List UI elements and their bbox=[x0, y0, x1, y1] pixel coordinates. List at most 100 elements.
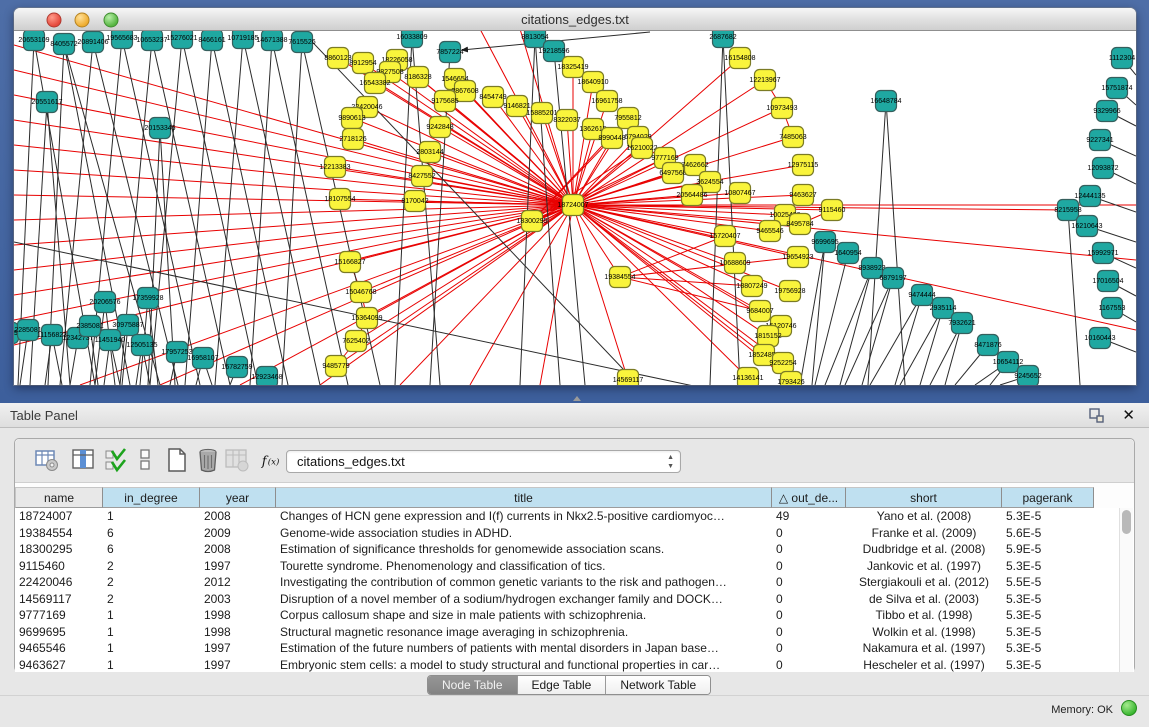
network-node[interactable]: 16154808 bbox=[724, 48, 755, 69]
network-node[interactable]: 2803144 bbox=[416, 142, 443, 163]
network-view[interactable]: 2065310984055722089140619565683106532371… bbox=[14, 31, 1136, 385]
table-cell[interactable]: Yano et al. (2008) bbox=[846, 508, 1002, 525]
network-node[interactable]: 9242848 bbox=[426, 117, 453, 138]
table-row[interactable]: 1830029562008Estimation of significance … bbox=[15, 541, 1134, 558]
network-node[interactable]: 7625402 bbox=[342, 331, 369, 352]
network-node[interactable]: 20153346 bbox=[144, 118, 175, 139]
network-node[interactable]: 12213383 bbox=[319, 157, 350, 178]
table-cell[interactable]: 2 bbox=[103, 558, 200, 575]
network-edge[interactable] bbox=[352, 118, 573, 205]
table-cell[interactable]: Jankovic et al. (1997) bbox=[846, 558, 1002, 575]
table-cell[interactable]: 9115460 bbox=[15, 558, 103, 575]
tab-network-table[interactable]: Network Table bbox=[606, 676, 710, 694]
network-node[interactable]: 7955812 bbox=[614, 108, 641, 129]
network-edge[interactable] bbox=[812, 242, 825, 385]
table-cell[interactable]: 22420046 bbox=[15, 574, 103, 591]
network-node[interactable]: 12093872 bbox=[1087, 158, 1118, 179]
table-cell[interactable]: 0 bbox=[772, 624, 846, 641]
network-node[interactable]: 10807467 bbox=[724, 183, 755, 204]
close-panel-icon[interactable]: ✕ bbox=[1122, 406, 1135, 424]
network-node[interactable]: 9175685 bbox=[431, 91, 458, 112]
table-cell[interactable]: de Silva et al. (2003) bbox=[846, 591, 1002, 608]
network-node[interactable]: 10719185 bbox=[227, 31, 258, 49]
delete-table-icon[interactable] bbox=[195, 447, 221, 473]
table-cell[interactable]: Wolkin et al. (1998) bbox=[846, 624, 1002, 641]
network-edge[interactable] bbox=[567, 120, 573, 205]
table-cell[interactable]: 2 bbox=[103, 574, 200, 591]
network-edge[interactable] bbox=[400, 205, 573, 385]
table-row[interactable]: 911546021997Tourette syndrome. Phenomeno… bbox=[15, 558, 1134, 575]
table-cell[interactable]: 9463627 bbox=[15, 657, 103, 673]
network-node[interactable]: 2718126 bbox=[339, 129, 366, 150]
tab-node-table[interactable]: Node Table bbox=[428, 676, 518, 694]
table-row[interactable]: 946362711997Embryonic stem cells: a mode… bbox=[15, 657, 1134, 673]
table-cell[interactable]: 1998 bbox=[200, 624, 276, 641]
table-cell[interactable]: Embryonic stem cells: a model to study s… bbox=[276, 657, 772, 673]
network-node[interactable]: 9485779 bbox=[322, 356, 349, 377]
network-node[interactable]: 10653237 bbox=[136, 31, 167, 51]
column-header-out_de[interactable]: △ out_de... bbox=[772, 487, 846, 508]
network-node[interactable]: 9227341 bbox=[1086, 130, 1113, 151]
table-cell[interactable]: Disruption of a novel member of a sodium… bbox=[276, 591, 772, 608]
table-cell[interactable]: 0 bbox=[772, 574, 846, 591]
network-node[interactable]: 1112304 bbox=[1109, 48, 1135, 69]
network-node[interactable]: 9890613 bbox=[338, 108, 365, 129]
network-edge[interactable] bbox=[710, 37, 723, 385]
table-cell[interactable]: Dudbridge et al. (2008) bbox=[846, 541, 1002, 558]
network-node[interactable]: 16648784 bbox=[870, 91, 901, 112]
network-node[interactable]: 8322037 bbox=[553, 110, 580, 131]
network-node[interactable]: 6879197 bbox=[879, 268, 906, 289]
network-node[interactable]: 12444135 bbox=[1074, 186, 1105, 207]
table-cell[interactable]: 5.3E-5 bbox=[1002, 607, 1094, 624]
network-node[interactable]: 8990448 bbox=[598, 128, 625, 149]
network-edge[interactable] bbox=[920, 308, 943, 385]
network-node[interactable]: 1815152 bbox=[754, 326, 781, 347]
table-cell[interactable]: 19384554 bbox=[15, 525, 103, 542]
row-height-icon[interactable] bbox=[137, 447, 153, 473]
network-node[interactable]: 20891406 bbox=[77, 32, 108, 53]
table-cell[interactable]: 1998 bbox=[200, 607, 276, 624]
network-node[interactable]: 18107554 bbox=[324, 189, 355, 210]
network-node[interactable]: 9474444 bbox=[908, 285, 935, 306]
network-edge[interactable] bbox=[215, 38, 243, 385]
network-node[interactable]: 1793426 bbox=[777, 372, 804, 386]
table-cell[interactable]: 18300295 bbox=[15, 541, 103, 558]
network-node[interactable]: 9252254 bbox=[769, 353, 796, 374]
table-settings-icon[interactable] bbox=[34, 447, 60, 473]
network-node[interactable]: 19384554 bbox=[604, 267, 635, 288]
network-node[interactable]: 7857224 bbox=[436, 42, 463, 63]
network-node[interactable]: 9329966 bbox=[1093, 101, 1120, 122]
network-node[interactable]: 8860123 bbox=[324, 48, 351, 69]
network-node[interactable]: 8471876 bbox=[974, 335, 1001, 356]
network-node[interactable]: 7615526 bbox=[288, 32, 315, 53]
table-cell[interactable]: Franke et al. (2009) bbox=[846, 525, 1002, 542]
table-cell[interactable]: 2012 bbox=[200, 574, 276, 591]
table-row[interactable]: 2242004622012Investigating the contribut… bbox=[15, 574, 1134, 591]
column-header-short[interactable]: short bbox=[846, 487, 1002, 508]
network-edge[interactable] bbox=[825, 268, 872, 385]
network-edge[interactable] bbox=[554, 51, 585, 385]
network-node[interactable]: 19756928 bbox=[774, 281, 805, 302]
table-cell[interactable]: 6 bbox=[103, 525, 200, 542]
table-cell[interactable]: Tibbo et al. (1998) bbox=[846, 607, 1002, 624]
network-edge[interactable] bbox=[353, 139, 573, 205]
table-cell[interactable]: 0 bbox=[772, 525, 846, 542]
network-node[interactable]: 15720407 bbox=[709, 226, 740, 247]
table-row[interactable]: 969969511998Structural magnetic resonanc… bbox=[15, 624, 1134, 641]
table-cell[interactable]: Genome-wide association studies in ADHD. bbox=[276, 525, 772, 542]
network-edge[interactable] bbox=[723, 37, 740, 385]
table-cell[interactable]: Estimation of the future numbers of pati… bbox=[276, 640, 772, 657]
network-edge[interactable] bbox=[868, 101, 886, 385]
table-cell[interactable]: Corpus callosum shape and size in male p… bbox=[276, 607, 772, 624]
network-node[interactable]: 12975115 bbox=[788, 155, 819, 176]
network-node[interactable]: 14136141 bbox=[732, 368, 763, 386]
tab-edge-table[interactable]: Edge Table bbox=[518, 676, 607, 694]
table-cell[interactable]: 1 bbox=[103, 607, 200, 624]
network-node[interactable]: 16961758 bbox=[591, 91, 622, 112]
table-scrollbar-thumb[interactable] bbox=[1122, 510, 1131, 534]
network-node[interactable]: 7485063 bbox=[779, 127, 806, 148]
table-cell[interactable]: Nakamura et al. (1997) bbox=[846, 640, 1002, 657]
network-canvas[interactable]: 2065310984055722089140619565683106532371… bbox=[14, 31, 1136, 385]
table-cell[interactable]: 5.3E-5 bbox=[1002, 624, 1094, 641]
network-edge[interactable] bbox=[895, 295, 922, 385]
